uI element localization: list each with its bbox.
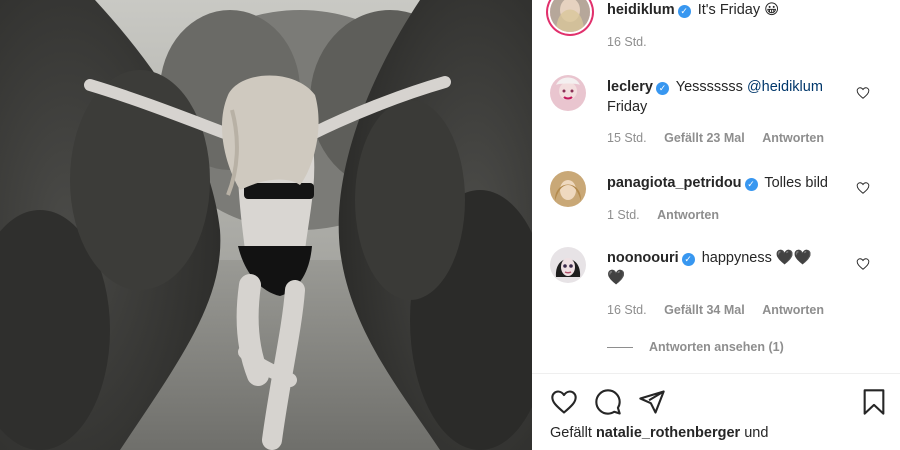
likes-prefix: Gefällt <box>550 425 592 441</box>
comment-meta: 1 Std. Antworten <box>607 208 733 222</box>
likes-suffix: und <box>744 425 769 441</box>
comment-username[interactable]: leclery <box>607 79 653 95</box>
likes-summary: Gefällt natalie_rothenberger und <box>550 425 768 441</box>
author-username[interactable]: heidiklum <box>607 2 675 18</box>
commenter-avatar-panagiota[interactable] <box>550 171 586 207</box>
heart-icon[interactable] <box>550 388 578 416</box>
comment-text: Tolles bild <box>764 175 828 191</box>
comment-likes[interactable]: Gefällt 23 Mal <box>664 131 745 145</box>
comment-time[interactable]: 1 Std. <box>607 208 640 222</box>
commenter-avatar-noonoouri[interactable] <box>550 247 586 283</box>
liker-username[interactable]: natalie_rothenberger <box>596 425 740 441</box>
comment-mention[interactable]: @heidiklum <box>747 79 823 95</box>
commenter-avatar-leclery[interactable] <box>550 75 586 111</box>
view-replies-label: Antworten ansehen (1) <box>649 340 784 354</box>
post-time[interactable]: 16 Std. <box>607 35 647 49</box>
comment-text-continued: Friday <box>607 99 648 115</box>
post-panel: heidiklum ✓ It's Friday 😀 16 Std. leclery… <box>532 0 900 450</box>
verified-badge-icon: ✓ <box>744 178 758 191</box>
reply-link[interactable]: Antworten <box>657 208 719 222</box>
share-icon[interactable] <box>638 388 666 416</box>
reply-link[interactable]: Antworten <box>762 131 824 145</box>
heart-icon[interactable] <box>856 257 870 271</box>
comment-text: Yesssssss <box>675 79 743 95</box>
comment-text-continued: 🖤 <box>607 270 626 286</box>
comment-leclery: leclery ✓ Yesssssss @heidiklum Friday <box>607 77 823 117</box>
verified-badge-icon: ✓ <box>681 253 695 266</box>
reply-link[interactable]: Antworten <box>762 303 824 317</box>
replies-divider <box>607 347 633 349</box>
comment-username[interactable]: noonoouri <box>607 250 679 266</box>
comment-panagiota: panagiota_petridou ✓ Tolles bild <box>607 173 828 193</box>
author-avatar[interactable] <box>550 0 590 32</box>
comment-meta: 16 Std. Gefällt 34 Mal Antworten <box>607 303 838 317</box>
post-meta: 16 Std. <box>607 35 661 49</box>
comment-icon[interactable] <box>594 388 622 416</box>
post-caption: heidiklum ✓ It's Friday 😀 <box>607 0 779 20</box>
caption-text: It's Friday <box>697 2 761 18</box>
comment-noonoouri: noonoouri ✓ happyness 🖤🖤 🖤 <box>607 248 812 288</box>
verified-badge-icon: ✓ <box>677 5 691 18</box>
section-divider <box>532 373 900 374</box>
bookmark-icon[interactable] <box>860 388 888 416</box>
verified-badge-icon: ✓ <box>655 82 669 95</box>
comment-text: happyness 🖤🖤 <box>701 250 812 266</box>
comment-meta: 15 Std. Gefällt 23 Mal Antworten <box>607 131 838 145</box>
heart-icon[interactable] <box>856 181 870 195</box>
caption-emoji: 😀 <box>764 2 780 18</box>
post-photo[interactable] <box>0 0 532 450</box>
comment-username[interactable]: panagiota_petridou <box>607 175 742 191</box>
comment-likes[interactable]: Gefällt 34 Mal <box>664 303 745 317</box>
photo-image <box>0 0 532 450</box>
view-replies-button[interactable]: Antworten ansehen (1) <box>607 340 784 354</box>
heart-icon[interactable] <box>856 86 870 100</box>
comment-time[interactable]: 16 Std. <box>607 303 647 317</box>
comment-time[interactable]: 15 Std. <box>607 131 647 145</box>
